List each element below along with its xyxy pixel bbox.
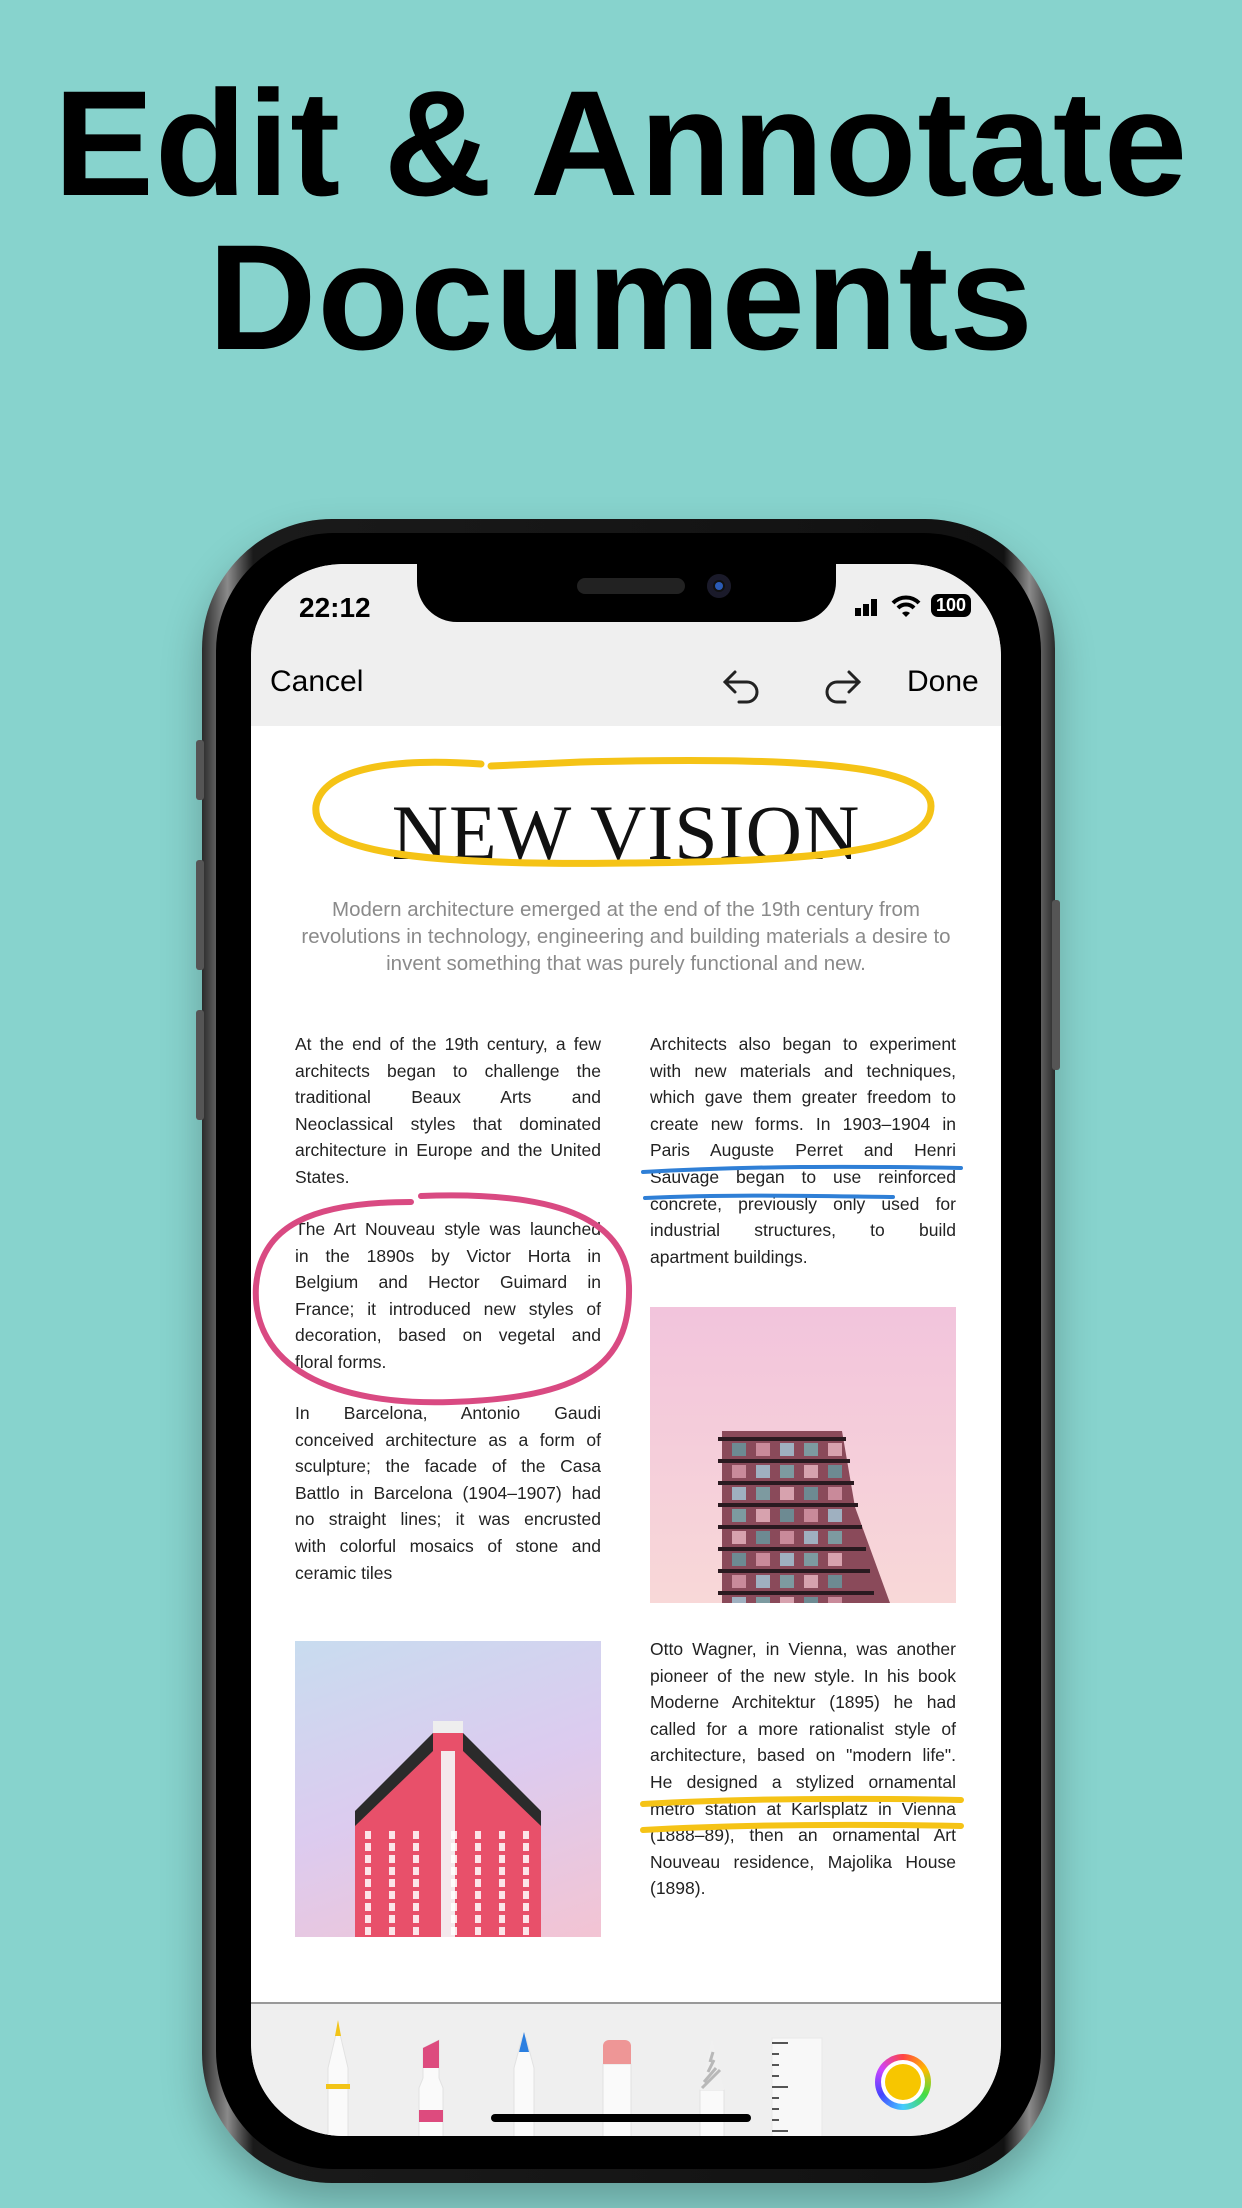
text-line: no straight lines; it was encrusted xyxy=(295,1509,601,1530)
selected-color-swatch xyxy=(885,2064,921,2100)
text-line: (1898). xyxy=(650,1878,706,1899)
text-line: industrial structures, to build xyxy=(650,1220,956,1241)
wifi-icon xyxy=(891,595,921,617)
text-line: Moderne Architektur (1895) he had xyxy=(650,1692,956,1713)
battery-indicator: 100 xyxy=(930,594,971,617)
text-line: concrete, previously only used for xyxy=(650,1193,956,1214)
text-line: with colorful mosaics of stone and xyxy=(295,1535,601,1556)
text-line: Battlo in Barcelona (1904–1907) had xyxy=(295,1482,601,1503)
undo-icon[interactable] xyxy=(721,666,763,706)
document-page[interactable]: NEW VISION Modern architecture emerged a… xyxy=(251,726,1001,2002)
text-line: traditional Beaux Arts and xyxy=(295,1087,601,1108)
paragraph-left-1: At the end of the 19th century, a few arc… xyxy=(295,1031,601,1191)
text-line: architects began to challenge the xyxy=(295,1060,601,1081)
text-line: Paris Auguste Perret and Henri xyxy=(650,1140,956,1161)
color-picker-button[interactable] xyxy=(875,2054,931,2110)
nav-bar: Cancel Done xyxy=(251,641,1001,726)
text-line: conceived architecture as a form of xyxy=(295,1429,601,1450)
text-line: Sauvage began to use reinforced xyxy=(650,1166,956,1187)
text-line: (1888–89), then an ornamental Art xyxy=(650,1825,956,1846)
text-line: Neoclassical styles that dominated xyxy=(295,1113,601,1134)
text-line: apartment buildings. xyxy=(650,1246,808,1267)
text-line: floral forms. xyxy=(295,1351,387,1372)
building-photo-pink xyxy=(295,1641,601,1937)
text-line: decoration, based on vegetal and xyxy=(295,1325,601,1346)
text-line: Architects also began to experiment xyxy=(650,1034,956,1054)
text-line: France; it introduced new styles of xyxy=(295,1298,601,1319)
signal-icon xyxy=(854,598,877,616)
subtitle-line: Modern architecture emerged at the end o… xyxy=(332,898,920,921)
text-line: At the end of the 19th century, a few xyxy=(295,1034,601,1054)
home-indicator[interactable] xyxy=(491,2114,751,2122)
cancel-button[interactable]: Cancel xyxy=(270,665,363,699)
building-photo-modern xyxy=(650,1307,956,1603)
document-title: NEW VISION xyxy=(391,789,861,876)
ruler-tool-icon[interactable] xyxy=(768,2018,824,2136)
text-line: architecture in Europe and the United xyxy=(295,1140,601,1161)
marker-tool-icon[interactable] xyxy=(413,2018,449,2136)
document-subtitle: Modern architecture emerged at the end o… xyxy=(271,896,981,977)
text-line: Belgium and Hector Guimard in xyxy=(295,1272,601,1293)
headline-line-2: Documents xyxy=(208,213,1034,381)
volume-up-button xyxy=(196,860,204,970)
paragraph-right-2: Otto Wagner, in Vienna, was another pione… xyxy=(650,1636,956,1902)
text-line: metro station at Karlsplatz in Vienna xyxy=(650,1798,956,1819)
text-line: architecture, based on "modern life". xyxy=(650,1745,956,1766)
status-time: 22:12 xyxy=(299,592,371,623)
text-line: create new forms. In 1903–1904 in xyxy=(650,1113,956,1134)
text-line: The Art Nouveau style was launched xyxy=(295,1219,601,1239)
redo-icon[interactable] xyxy=(821,666,863,706)
text-line: Otto Wagner, in Vienna, was another xyxy=(650,1639,956,1659)
headline-line-1: Edit & Annotate xyxy=(53,59,1189,227)
subtitle-line: invent something that was purely functio… xyxy=(386,952,866,975)
text-line: which gave them greater freedom to xyxy=(650,1087,956,1108)
text-line: Nouveau residence, Majolika House xyxy=(650,1851,956,1872)
text-line: with new materials and techniques, xyxy=(650,1060,956,1081)
text-line: sculpture; the facade of the Casa xyxy=(295,1456,601,1477)
text-line: called for a more rationalist style of xyxy=(650,1718,956,1739)
paragraph-right-1: Architects also began to experiment with … xyxy=(650,1031,956,1270)
text-line: in the 1890s by Victor Horta in xyxy=(295,1245,601,1266)
text-line: States. xyxy=(295,1166,350,1187)
notch xyxy=(417,564,836,622)
power-button xyxy=(1052,900,1060,1070)
text-line: He designed a stylized ornamental xyxy=(650,1771,956,1792)
pen-tool-icon[interactable] xyxy=(320,2018,356,2136)
volume-down-button xyxy=(196,1010,204,1120)
subtitle-line: revolutions in technology, engineering a… xyxy=(301,925,951,948)
camera-icon xyxy=(707,574,731,598)
mute-switch xyxy=(196,740,204,800)
paragraph-left-3: In Barcelona, Antonio Gaudi conceived arc… xyxy=(295,1400,601,1586)
text-line: In Barcelona, Antonio Gaudi xyxy=(295,1403,601,1423)
paragraph-left-2: The Art Nouveau style was launched in the… xyxy=(295,1216,601,1376)
screen: 22:12 100 Cancel Done NEW VISION Modern … xyxy=(251,564,1001,2136)
done-button[interactable]: Done xyxy=(907,665,979,699)
text-line: pioneer of the new style. In his book xyxy=(650,1665,956,1686)
text-line: ceramic tiles xyxy=(295,1562,393,1583)
